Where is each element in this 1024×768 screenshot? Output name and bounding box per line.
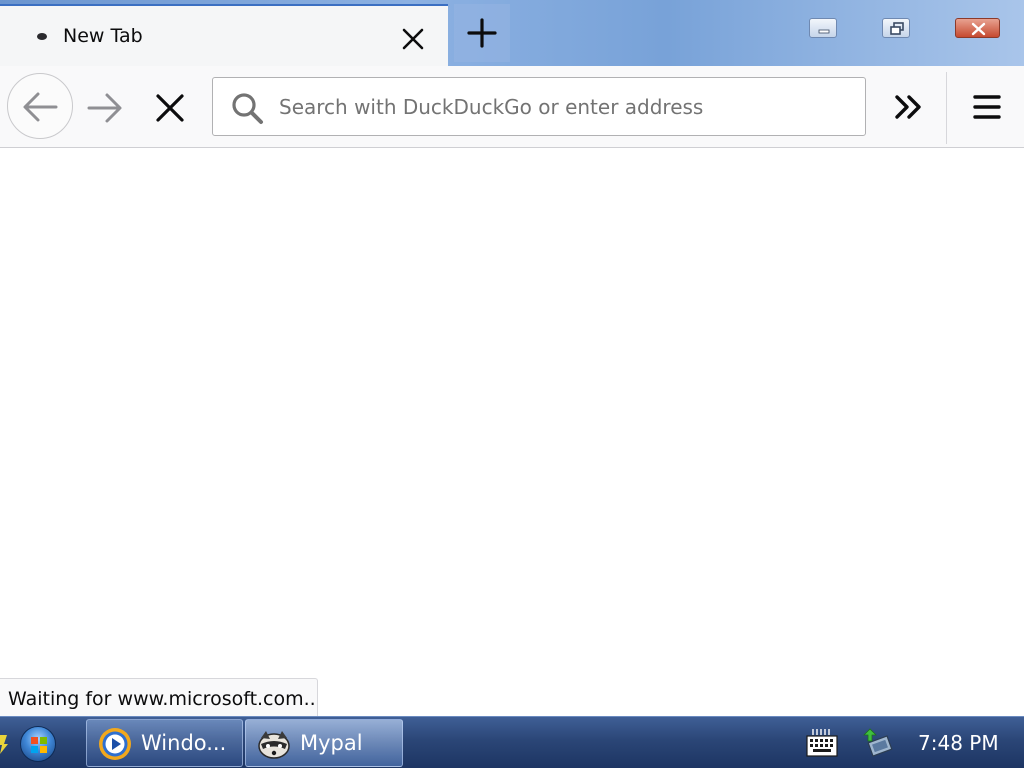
toolbar-overflow-button[interactable]	[888, 86, 930, 128]
stop-button[interactable]	[150, 88, 190, 128]
url-bar[interactable]	[212, 77, 866, 136]
navigation-toolbar	[0, 66, 1024, 148]
back-button[interactable]	[7, 73, 73, 139]
status-panel: Waiting for www.microsoft.com...	[0, 678, 318, 716]
taskbar-item-label: Windo...	[141, 731, 227, 755]
tray-network-button[interactable]	[860, 725, 896, 761]
tray-clock[interactable]: 7:48 PM	[918, 731, 999, 755]
main-menu-button[interactable]	[966, 86, 1008, 128]
tab-strip: New Tab	[0, 0, 1024, 66]
restore-icon	[890, 22, 904, 35]
search-icon	[229, 90, 265, 126]
url-input[interactable]	[277, 88, 847, 126]
page-content	[0, 148, 1024, 716]
window-close-button[interactable]	[955, 18, 1000, 38]
minimize-icon	[818, 29, 830, 34]
plus-icon	[467, 18, 497, 48]
restore-button[interactable]	[882, 18, 910, 38]
taskbar-edge-icon	[0, 735, 8, 754]
taskbar-item-label: Mypal	[300, 731, 363, 755]
minimize-button[interactable]	[809, 18, 837, 38]
arrow-left-icon	[23, 92, 58, 122]
hamburger-menu-icon	[973, 95, 1001, 119]
tray-keyboard-button[interactable]	[805, 725, 839, 761]
arrow-right-icon	[87, 93, 122, 123]
double-chevron-right-icon	[895, 95, 921, 119]
windows-taskbar: Windo... Mypal 7:48 PM	[0, 716, 1024, 768]
close-icon	[156, 94, 184, 122]
network-icon	[863, 728, 893, 757]
new-tab-button[interactable]	[454, 4, 510, 62]
windows-start-icon	[31, 737, 47, 753]
close-icon	[971, 22, 986, 36]
close-icon	[402, 28, 424, 50]
keyboard-icon	[806, 729, 838, 757]
tab-new-tab[interactable]: New Tab	[0, 4, 448, 66]
forward-button[interactable]	[84, 88, 124, 128]
windows-media-player-icon	[97, 726, 133, 762]
taskbar-item-windows-media-player[interactable]: Windo...	[86, 719, 243, 767]
windows-start-button[interactable]	[20, 726, 56, 762]
mypal-raccoon-icon	[256, 726, 292, 762]
tab-loading-icon	[37, 33, 47, 40]
tab-close-button[interactable]	[398, 24, 428, 54]
toolbar-separator	[946, 72, 947, 144]
tab-title: New Tab	[63, 25, 143, 47]
taskbar-item-mypal[interactable]: Mypal	[245, 719, 403, 767]
